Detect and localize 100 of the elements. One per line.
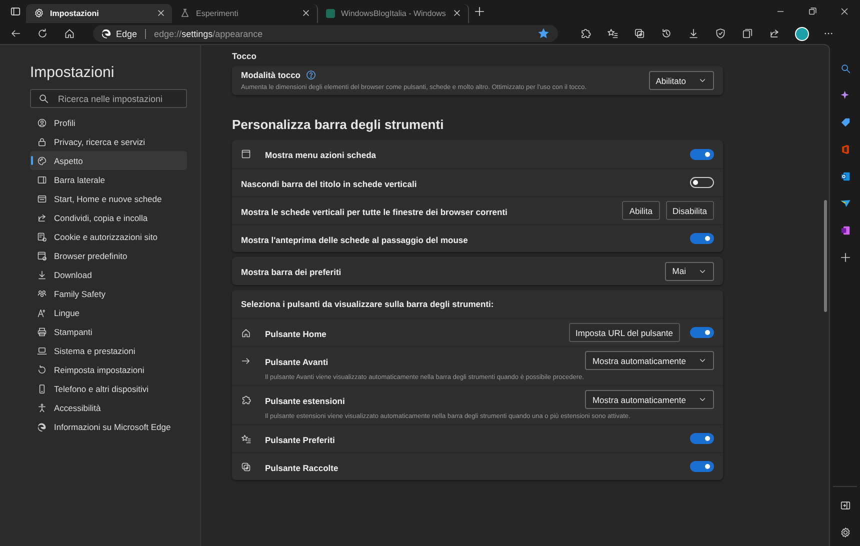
screenshot-icon	[742, 28, 753, 39]
setting-label: Modalità tocco	[241, 70, 301, 80]
setting-label: Pulsante Avanti	[265, 356, 328, 366]
scrollbar[interactable]	[824, 200, 827, 312]
close-tab-button[interactable]	[452, 8, 462, 18]
toggle-switch[interactable]	[690, 433, 714, 444]
collections-icon	[241, 462, 251, 472]
tab-actions-icon	[10, 6, 20, 17]
setting-label: Mostra l'anteprima delle schede al passaggio del mouse	[241, 234, 468, 244]
back-arrow-icon	[10, 28, 21, 39]
settings-title: Impostazioni	[30, 64, 116, 81]
nav-item[interactable]: Informazioni su Microsoft Edge	[30, 417, 187, 436]
sidebar-layout-icon	[37, 174, 47, 184]
chevron-down-icon	[698, 76, 707, 85]
flask-icon	[180, 8, 190, 18]
collections-icon	[634, 28, 645, 39]
dropdown[interactable]: Mai	[665, 262, 714, 280]
nav-item[interactable]: Accessibilità	[30, 398, 187, 417]
nav-item[interactable]: Aspetto	[30, 151, 187, 170]
nav-item[interactable]: Sistema e prestazioni	[30, 341, 187, 360]
star-list-icon	[607, 28, 618, 39]
dropdown[interactable]: Mostra automaticamente	[585, 351, 714, 370]
setting-label: Mostra le schede verticali per tutte le finestre dei browser correnti	[241, 206, 508, 216]
printer-icon	[37, 326, 47, 336]
browser-icon	[37, 250, 47, 260]
gear-icon	[34, 8, 44, 18]
close-tab-button[interactable]	[156, 8, 166, 18]
toggle-switch[interactable]	[690, 233, 714, 244]
home-icon	[241, 328, 251, 338]
tab-title: WindowsBlogItalia - Windows	[341, 8, 446, 18]
nav-item[interactable]: Browser predefinito	[30, 246, 187, 265]
cookie-icon	[37, 232, 47, 242]
section-heading: Tocco	[232, 51, 258, 61]
edge-logo-icon	[37, 422, 47, 432]
onenote-logo-icon	[840, 224, 850, 236]
setting-label: Pulsante Home	[265, 328, 326, 338]
search-field[interactable]: Ricerca nelle impostazioni	[30, 89, 187, 108]
dropdown[interactable]: Abilitato	[648, 71, 714, 90]
section-heading: Personalizza barra degli strumenti	[232, 117, 445, 132]
nav-item[interactable]: Lingue	[30, 303, 187, 322]
dropdown[interactable]: Mostra automaticamente	[585, 390, 714, 409]
action-button[interactable]: Imposta URL del pulsante	[568, 323, 680, 342]
site-label: Edge	[116, 28, 138, 38]
nav-item[interactable]: Profili	[30, 113, 187, 132]
search-icon	[840, 62, 850, 74]
toggle-switch[interactable]	[690, 461, 714, 472]
history-icon	[661, 28, 672, 39]
setting-label: Pulsante Preferiti	[265, 434, 335, 444]
nav-item[interactable]: Stampanti	[30, 322, 187, 341]
share-icon	[769, 28, 780, 39]
card-header: Seleziona i pulsanti da visualizzare sulla barra degli strumenti:	[241, 299, 494, 309]
site-favicon-icon	[326, 8, 335, 18]
plus-icon	[474, 6, 486, 17]
nav-item[interactable]: Barra laterale	[30, 170, 187, 189]
nav-item[interactable]: Download	[30, 265, 187, 284]
laptop-icon	[37, 346, 47, 356]
help-icon	[306, 70, 316, 80]
download-icon	[688, 28, 699, 39]
nav-item[interactable]: Reimposta impostazioni	[30, 360, 187, 379]
outlook-logo-icon	[840, 170, 850, 182]
avatar-icon	[794, 26, 808, 40]
address-bar[interactable]: Edge edge://settings/appearance	[93, 25, 558, 42]
close-icon	[838, 6, 850, 17]
nav-item[interactable]: Family Safety	[30, 284, 187, 303]
browser-tab[interactable]: Impostazioni	[26, 4, 172, 22]
nav-item[interactable]: Telefono e altri dispositivi	[30, 379, 187, 398]
toggle-switch[interactable]	[690, 327, 714, 338]
share-icon	[37, 212, 47, 222]
action-button[interactable]: Abilita	[622, 201, 660, 220]
star-icon[interactable]	[538, 28, 549, 39]
nav-item[interactable]: Cookie e autorizzazioni sito	[30, 227, 187, 246]
star-list-icon	[241, 434, 251, 444]
home-icon	[64, 28, 75, 39]
palette-icon	[37, 156, 47, 166]
setting-label: Pulsante Raccolte	[265, 462, 338, 472]
language-icon	[37, 308, 47, 318]
action-button[interactable]: Disabilita	[666, 201, 714, 220]
nav-item[interactable]: Start, Home e nuove schede	[30, 189, 187, 208]
tab-icon	[241, 149, 251, 159]
plus-icon	[840, 252, 850, 262]
lock-icon	[37, 136, 47, 146]
download-icon	[37, 270, 47, 280]
setting-label: Mostra barra dei preferiti	[241, 267, 342, 277]
close-icon	[156, 8, 166, 18]
tab-title: Impostazioni	[50, 8, 100, 18]
toggle-switch[interactable]	[690, 148, 714, 160]
person-icon	[37, 118, 47, 128]
close-tab-button[interactable]	[301, 8, 311, 18]
shield-icon	[715, 28, 726, 39]
phone-icon	[37, 384, 47, 394]
puzzle-icon	[241, 394, 251, 404]
accessibility-icon	[37, 402, 47, 412]
nav-item[interactable]: Condividi, copia e incolla	[30, 208, 187, 227]
puzzle-icon	[580, 28, 591, 39]
close-icon	[452, 8, 462, 18]
panel-icon	[840, 500, 850, 510]
chevron-down-icon	[698, 395, 707, 404]
nav-item[interactable]: Privacy, ricerca e servizi	[30, 132, 187, 151]
chevron-down-icon	[698, 356, 707, 365]
paper-plane-icon	[840, 198, 850, 208]
